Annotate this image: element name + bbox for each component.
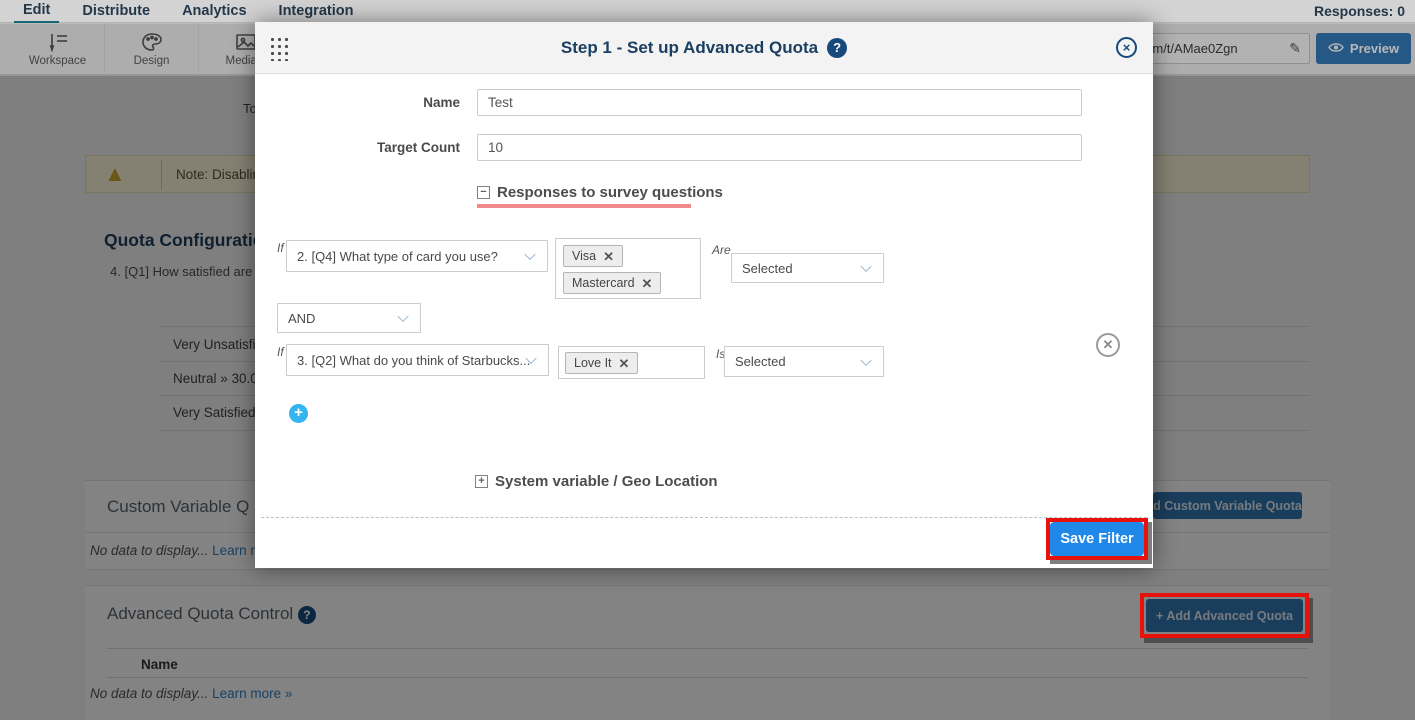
- condition-question-select[interactable]: 3. [Q2] What do you think of Starbucks..…: [286, 344, 549, 376]
- remove-tag-icon[interactable]: ✕: [603, 250, 614, 263]
- chevron-down-icon: [860, 261, 871, 272]
- advanced-no-data: No data to display... Learn more »: [90, 686, 292, 701]
- logic-operator-select[interactable]: AND: [277, 303, 421, 333]
- remove-tag-icon[interactable]: ✕: [642, 277, 653, 290]
- palette-icon: [140, 32, 164, 52]
- chevron-down-icon: [397, 311, 408, 322]
- warning-icon: ▲: [104, 161, 126, 187]
- expand-icon: +: [475, 475, 488, 488]
- advanced-quota-modal: Step 1 - Set up Advanced Quota ? × Name …: [255, 22, 1153, 568]
- advanced-quota-title: Advanced Quota Control ?: [107, 604, 316, 624]
- preview-button[interactable]: Preview: [1316, 33, 1411, 64]
- condition-if-label: If: [277, 345, 284, 359]
- modal-title: Step 1 - Set up Advanced Quota: [561, 38, 818, 58]
- target-count-input[interactable]: [477, 134, 1082, 161]
- nav-integration[interactable]: Integration: [270, 1, 363, 22]
- footer-divider: [261, 517, 1147, 518]
- edit-url-icon[interactable]: ✎: [1289, 40, 1301, 57]
- warning-divider: [161, 160, 162, 190]
- workspace-button[interactable]: Workspace: [11, 23, 105, 75]
- nav-edit[interactable]: Edit: [14, 0, 59, 23]
- divider: [107, 677, 1308, 678]
- add-condition-button[interactable]: +: [289, 404, 308, 423]
- help-icon[interactable]: ?: [827, 38, 847, 58]
- condition-answers-box[interactable]: Visa ✕ Mastercard ✕: [555, 238, 701, 299]
- quota-configuration-heading: Quota Configuratio: [104, 230, 263, 251]
- remove-tag-icon[interactable]: ✕: [619, 357, 630, 370]
- workspace-icon: [46, 32, 70, 52]
- answer-row: Very Satisfied »: [173, 405, 267, 420]
- preview-label: Preview: [1350, 41, 1399, 56]
- annotation-box-add-advanced-quota: [1140, 593, 1309, 638]
- table-header-name: Name: [141, 657, 178, 672]
- quota-question-text: 4. [Q1] How satisfied are: [110, 264, 252, 279]
- chevron-down-icon: [524, 249, 535, 260]
- chevron-down-icon: [860, 354, 871, 365]
- target-count-label: Target Count: [255, 140, 460, 155]
- condition-answers-box[interactable]: Love It ✕: [558, 346, 705, 379]
- condition-if-label: If: [277, 241, 284, 255]
- custom-variable-title: Custom Variable Q: [107, 497, 249, 517]
- help-icon[interactable]: ?: [298, 606, 316, 624]
- workspace-label: Workspace: [29, 55, 86, 67]
- condition-operator-select[interactable]: Selected: [724, 346, 884, 377]
- top-nav: Edit Distribute Analytics Integration Re…: [0, 0, 1415, 23]
- condition-question-select[interactable]: 2. [Q4] What type of card you use?: [286, 240, 548, 272]
- condition-operator-select[interactable]: Selected: [731, 253, 884, 283]
- responses-section-toggle[interactable]: − Responses to survey questions: [477, 184, 723, 201]
- close-icon[interactable]: ×: [1116, 37, 1137, 58]
- eye-icon: [1328, 41, 1344, 56]
- nav-analytics[interactable]: Analytics: [173, 1, 255, 22]
- nav-distribute[interactable]: Distribute: [73, 1, 159, 22]
- name-input[interactable]: [477, 89, 1082, 116]
- design-label: Design: [134, 55, 170, 67]
- modal-header: Step 1 - Set up Advanced Quota ? ×: [255, 22, 1153, 74]
- add-custom-variable-quota-button[interactable]: d Custom Variable Quota: [1153, 492, 1302, 519]
- answer-tag: Mastercard ✕: [563, 272, 661, 294]
- system-variable-section-toggle[interactable]: + System variable / Geo Location: [475, 473, 718, 490]
- annotation-box-save-filter: Save Filter: [1046, 518, 1148, 560]
- warning-text: Note: Disabling: [176, 167, 268, 182]
- save-filter-button[interactable]: Save Filter: [1050, 522, 1144, 556]
- learn-more-link[interactable]: Learn more »: [212, 686, 292, 701]
- custom-variable-no-data: No data to display... Learn mo: [90, 543, 269, 558]
- remove-condition-icon[interactable]: ✕: [1096, 333, 1120, 357]
- design-button[interactable]: Design: [105, 23, 199, 75]
- section-red-underline: [477, 204, 691, 208]
- divider: [107, 648, 1308, 649]
- app-screen: Edit Distribute Analytics Integration Re…: [0, 0, 1415, 720]
- condition-op-label: Are: [712, 243, 731, 257]
- responses-count: Responses: 0: [1314, 3, 1405, 19]
- name-label: Name: [255, 95, 460, 110]
- collapse-icon: −: [477, 186, 490, 199]
- answer-tag: Visa ✕: [563, 245, 623, 267]
- answer-tag: Love It ✕: [565, 352, 638, 374]
